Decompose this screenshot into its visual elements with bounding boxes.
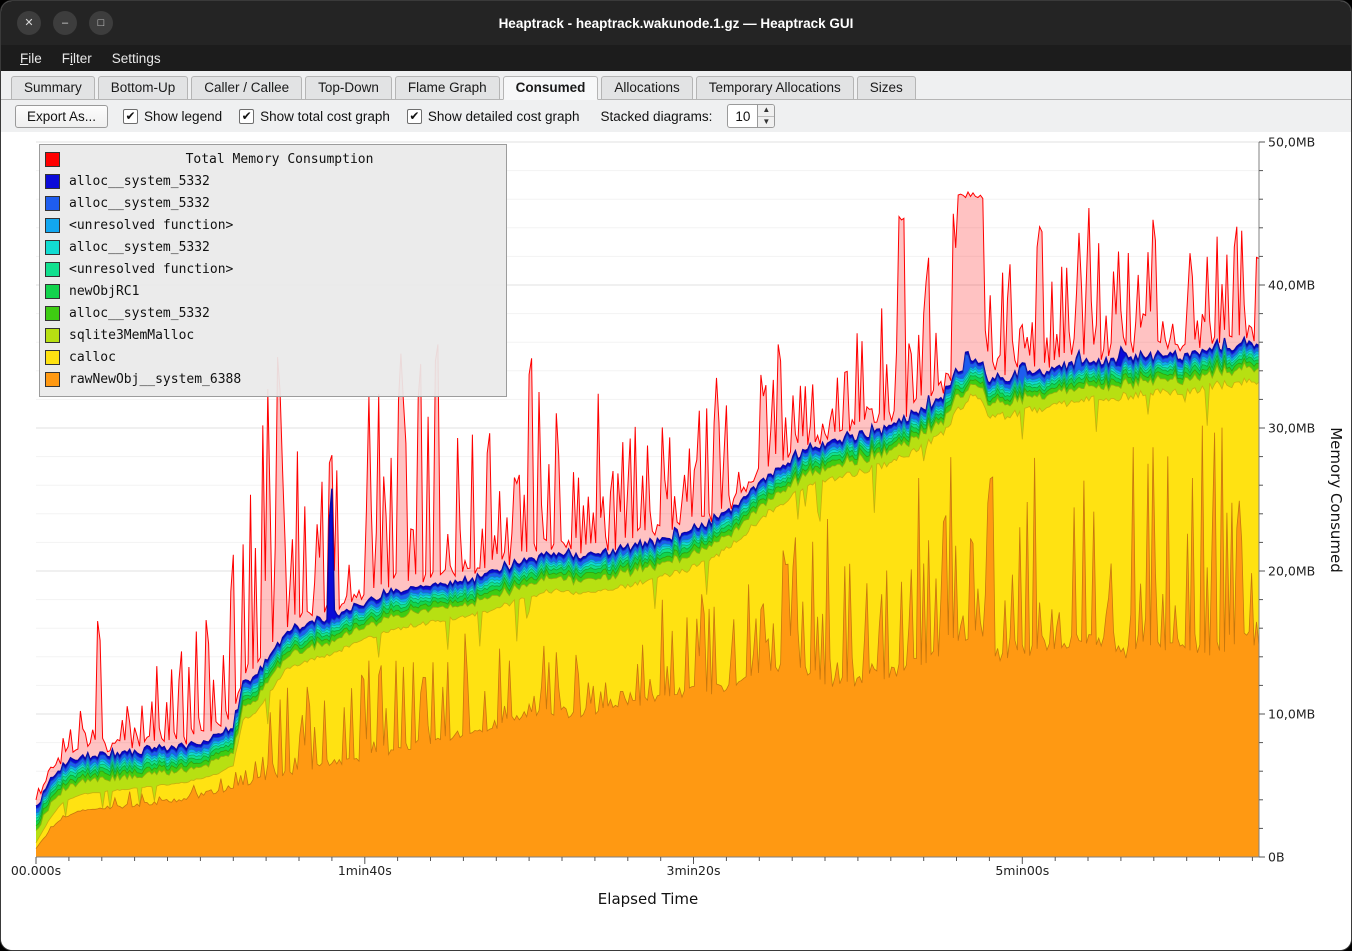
legend-item-alloc-system-5332: alloc__system_5332	[45, 192, 499, 214]
legend-color-swatch	[45, 196, 60, 211]
tab-top-down[interactable]: Top-Down	[305, 76, 392, 100]
legend-color-swatch	[45, 284, 60, 299]
legend-item-label: <unresolved function>	[69, 262, 233, 277]
checkbox-show-total-cost-graph[interactable]: ✔ Show total cost graph	[239, 109, 390, 124]
svg-text:Elapsed Time: Elapsed Time	[598, 890, 698, 908]
svg-text:00.000s: 00.000s	[11, 863, 61, 878]
checkbox-label: Show total cost graph	[260, 109, 390, 124]
checkbox-label: Show detailed cost graph	[428, 109, 580, 124]
checkmark-icon: ✔	[407, 109, 422, 124]
svg-text:30,0MB: 30,0MB	[1268, 421, 1315, 436]
svg-text:10,0MB: 10,0MB	[1268, 707, 1315, 722]
legend-item-label: alloc__system_5332	[69, 240, 210, 255]
legend-item-label: sqlite3MemMalloc	[69, 328, 194, 343]
legend-color-swatch	[45, 240, 60, 255]
maximize-icon: □	[98, 18, 105, 29]
spinbox-value: 10	[728, 105, 757, 127]
menu-settings[interactable]: Settings	[103, 48, 170, 69]
legend-item-label: alloc__system_5332	[69, 306, 210, 321]
legend-item-calloc: calloc	[45, 346, 499, 368]
legend-item-label: alloc__system_5332	[69, 196, 210, 211]
legend-item-alloc-system-5332: alloc__system_5332	[45, 302, 499, 324]
checkbox-show-legend[interactable]: ✔ Show legend	[123, 109, 222, 124]
minimize-button[interactable]: –	[53, 11, 77, 35]
svg-text:0B: 0B	[1268, 850, 1285, 865]
tab-bar: SummaryBottom-UpCaller / CalleeTop-DownF…	[1, 71, 1351, 100]
menu-file[interactable]: File	[11, 48, 51, 69]
tab-temporary-allocations[interactable]: Temporary Allocations	[696, 76, 854, 100]
legend-color-swatch	[45, 328, 60, 343]
svg-text:20,0MB: 20,0MB	[1268, 564, 1315, 579]
legend-color-swatch	[45, 262, 60, 277]
legend-title: Total Memory Consumption	[60, 152, 499, 167]
legend-item-unresolved-function: <unresolved function>	[45, 258, 499, 280]
checkbox-label: Show legend	[144, 109, 222, 124]
legend-items: alloc__system_5332 alloc__system_5332 <unr…	[45, 170, 499, 390]
legend-item-newobjrc1: newObjRC1	[45, 280, 499, 302]
tab-caller-callee[interactable]: Caller / Callee	[191, 76, 302, 100]
legend-item-sqlite3memmalloc: sqlite3MemMalloc	[45, 324, 499, 346]
stacked-diagrams-spinbox[interactable]: 10 ▲ ▼	[727, 104, 775, 128]
legend-color-swatch	[45, 350, 60, 365]
svg-text:50,0MB: 50,0MB	[1268, 135, 1315, 150]
legend-item-label: rawNewObj__system_6388	[69, 372, 241, 387]
legend-title-row: Total Memory Consumption	[45, 148, 499, 170]
tab-bottom-up[interactable]: Bottom-Up	[98, 76, 189, 100]
legend-item-label: alloc__system_5332	[69, 174, 210, 189]
legend-item-label: <unresolved function>	[69, 218, 233, 233]
svg-text:1min40s: 1min40s	[338, 863, 392, 878]
legend-color-swatch	[45, 218, 60, 233]
app-window: ✕ – □ Heaptrack - heaptrack.wakunode.1.gz …	[0, 0, 1352, 951]
maximize-button[interactable]: □	[89, 11, 113, 35]
checkmark-icon: ✔	[123, 109, 138, 124]
legend-item-alloc-system-5332: alloc__system_5332	[45, 236, 499, 258]
minimize-icon: –	[62, 18, 68, 29]
legend-color-swatch	[45, 174, 60, 189]
toolbar: Export As... ✔ Show legend ✔ Show total cos…	[1, 100, 1351, 132]
legend-item-rawnewobj-system-6388: rawNewObj__system_6388	[45, 368, 499, 390]
window-title: Heaptrack - heaptrack.wakunode.1.gz — He…	[1, 16, 1351, 31]
checkmark-icon: ✔	[239, 109, 254, 124]
svg-text:3min20s: 3min20s	[667, 863, 721, 878]
svg-text:5min00s: 5min00s	[995, 863, 1049, 878]
svg-text:Memory Consumed: Memory Consumed	[1327, 427, 1345, 573]
spinbox-down-arrow[interactable]: ▼	[758, 117, 774, 128]
export-as-button[interactable]: Export As...	[15, 105, 108, 128]
chart-legend: Total Memory Consumption alloc__system_5…	[39, 144, 507, 397]
tab-allocations[interactable]: Allocations	[601, 76, 692, 100]
stacked-diagrams-label: Stacked diagrams:	[601, 109, 713, 124]
menu-filter[interactable]: Filter	[53, 48, 101, 69]
toolbar-checkboxes: ✔ Show legend ✔ Show total cost graph ✔ Show …	[123, 109, 580, 124]
menubar: FileFilterSettings	[1, 45, 1351, 71]
tab-summary[interactable]: Summary	[11, 76, 95, 100]
titlebar: ✕ – □ Heaptrack - heaptrack.wakunode.1.gz …	[1, 1, 1351, 45]
spinbox-up-arrow[interactable]: ▲	[758, 105, 774, 117]
chart-area: 00.000s 1min40s 3min20s 5min00s 0B 10,0MB 20,0…	[1, 132, 1352, 951]
tab-flame-graph[interactable]: Flame Graph	[395, 76, 500, 100]
legend-item-alloc-system-5332: alloc__system_5332	[45, 170, 499, 192]
legend-swatch-total	[45, 152, 60, 167]
legend-item-label: calloc	[69, 350, 116, 365]
legend-item-label: newObjRC1	[69, 284, 139, 299]
window-controls: ✕ – □	[17, 1, 113, 45]
checkbox-show-detailed-cost-graph[interactable]: ✔ Show detailed cost graph	[407, 109, 580, 124]
legend-color-swatch	[45, 372, 60, 387]
spinbox-buttons: ▲ ▼	[757, 105, 774, 127]
tab-consumed[interactable]: Consumed	[503, 76, 599, 100]
legend-item-unresolved-function: <unresolved function>	[45, 214, 499, 236]
legend-color-swatch	[45, 306, 60, 321]
close-icon: ✕	[24, 18, 33, 29]
close-button[interactable]: ✕	[17, 11, 41, 35]
svg-text:40,0MB: 40,0MB	[1268, 278, 1315, 293]
tab-sizes[interactable]: Sizes	[857, 76, 916, 100]
